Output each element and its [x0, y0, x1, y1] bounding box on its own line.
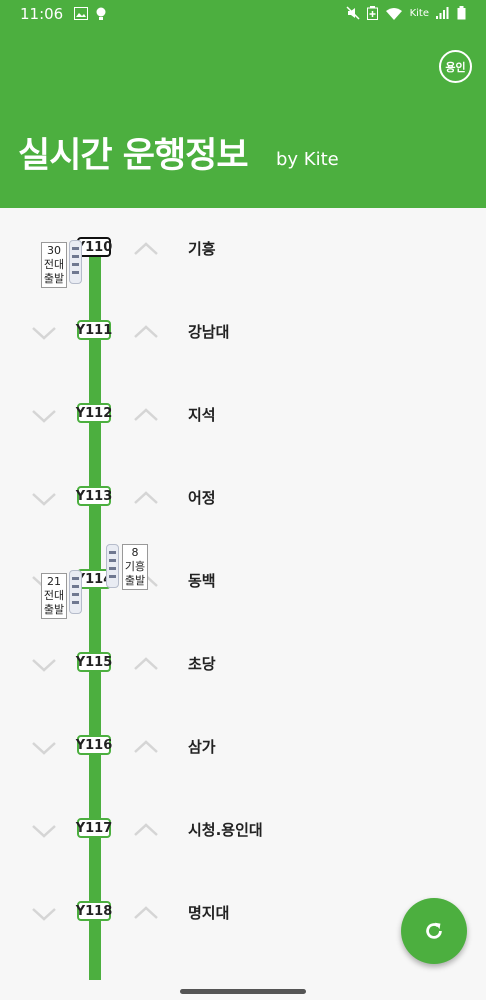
chevron-down-icon[interactable] — [31, 326, 57, 340]
train-status: 출발 — [124, 574, 146, 587]
battery-icon — [457, 6, 466, 20]
station-row: Y116 삼가 — [0, 706, 486, 789]
battery-saver-icon — [366, 6, 378, 20]
station-name[interactable]: 명지대 — [188, 902, 229, 923]
station-name[interactable]: 초당 — [188, 653, 216, 674]
station-name[interactable]: 기흥 — [188, 238, 216, 259]
station-list[interactable]: Y110 기흥 Y111 강남대 Y112 지석 Y113 어정 Y114 동백… — [0, 208, 486, 980]
station-code: Y113 — [76, 486, 112, 506]
train-origin: 기흥 — [124, 560, 146, 573]
station-row: Y117 시청.용인대 — [0, 789, 486, 872]
train-icon — [69, 570, 82, 614]
status-time: 11:06 — [20, 5, 64, 23]
train-number: 30 — [47, 244, 61, 257]
train-label: 8 기흥 출발 — [122, 544, 148, 590]
chevron-up-icon[interactable] — [133, 657, 159, 671]
wifi-icon — [385, 7, 402, 20]
train-origin: 전대 — [43, 589, 65, 602]
station-name[interactable]: 강남대 — [188, 321, 229, 342]
page-subtitle: by Kite — [276, 149, 339, 170]
chevron-up-icon[interactable] — [133, 242, 159, 256]
city-badge[interactable]: 용인 — [439, 50, 472, 83]
station-code: Y118 — [76, 901, 112, 921]
chevron-up-icon[interactable] — [133, 408, 159, 422]
train-label: 30 전대 출발 — [41, 242, 67, 288]
chevron-up-icon[interactable] — [133, 491, 159, 505]
mute-icon — [346, 6, 360, 20]
chevron-up-icon[interactable] — [133, 740, 159, 754]
image-icon — [74, 7, 88, 20]
app-header: 용인 실시간 운행정보 by Kite — [0, 29, 486, 208]
status-bar: 11:06 Kite — [0, 0, 486, 29]
train-icon — [69, 240, 82, 284]
train-label: 21 전대 출발 — [41, 573, 67, 619]
station-name[interactable]: 시청.용인대 — [188, 819, 263, 840]
train-status: 출발 — [43, 272, 65, 285]
chevron-down-icon[interactable] — [31, 907, 57, 921]
station-name[interactable]: 동백 — [188, 570, 216, 591]
station-code: Y116 — [76, 735, 112, 755]
chevron-down-icon[interactable] — [31, 824, 57, 838]
chevron-down-icon[interactable] — [31, 409, 57, 423]
station-row: Y115 초당 — [0, 623, 486, 706]
chevron-down-icon[interactable] — [31, 658, 57, 672]
station-name[interactable]: 지석 — [188, 404, 216, 425]
station-name[interactable]: 삼가 — [188, 736, 216, 757]
station-code: Y117 — [76, 818, 112, 838]
station-code: Y112 — [76, 403, 112, 423]
station-code: Y110 — [76, 237, 112, 257]
station-row: Y112 지석 — [0, 374, 486, 457]
station-row: Y111 강남대 — [0, 291, 486, 374]
chevron-down-icon[interactable] — [31, 492, 57, 506]
signal-icon — [436, 7, 449, 19]
train-number: 21 — [47, 575, 61, 588]
page-title: 실시간 운행정보 — [18, 136, 249, 176]
home-gesture-handle[interactable] — [180, 989, 306, 994]
station-row: Y113 어정 — [0, 457, 486, 540]
train-origin: 전대 — [43, 258, 65, 271]
chevron-up-icon[interactable] — [133, 823, 159, 837]
chevron-down-icon[interactable] — [31, 741, 57, 755]
train-icon — [106, 544, 119, 588]
refresh-icon — [426, 922, 442, 939]
train-number: 8 — [131, 546, 139, 559]
chevron-up-icon[interactable] — [133, 325, 159, 339]
refresh-button[interactable] — [401, 898, 467, 964]
carrier-label: Kite — [409, 7, 429, 19]
lightbulb-icon — [96, 7, 106, 20]
chevron-up-icon[interactable] — [133, 906, 159, 920]
station-code: Y111 — [76, 320, 112, 340]
navigation-bar — [0, 980, 486, 1000]
train-status: 출발 — [43, 603, 65, 616]
station-code: Y115 — [76, 652, 112, 672]
station-name[interactable]: 어정 — [188, 487, 216, 508]
